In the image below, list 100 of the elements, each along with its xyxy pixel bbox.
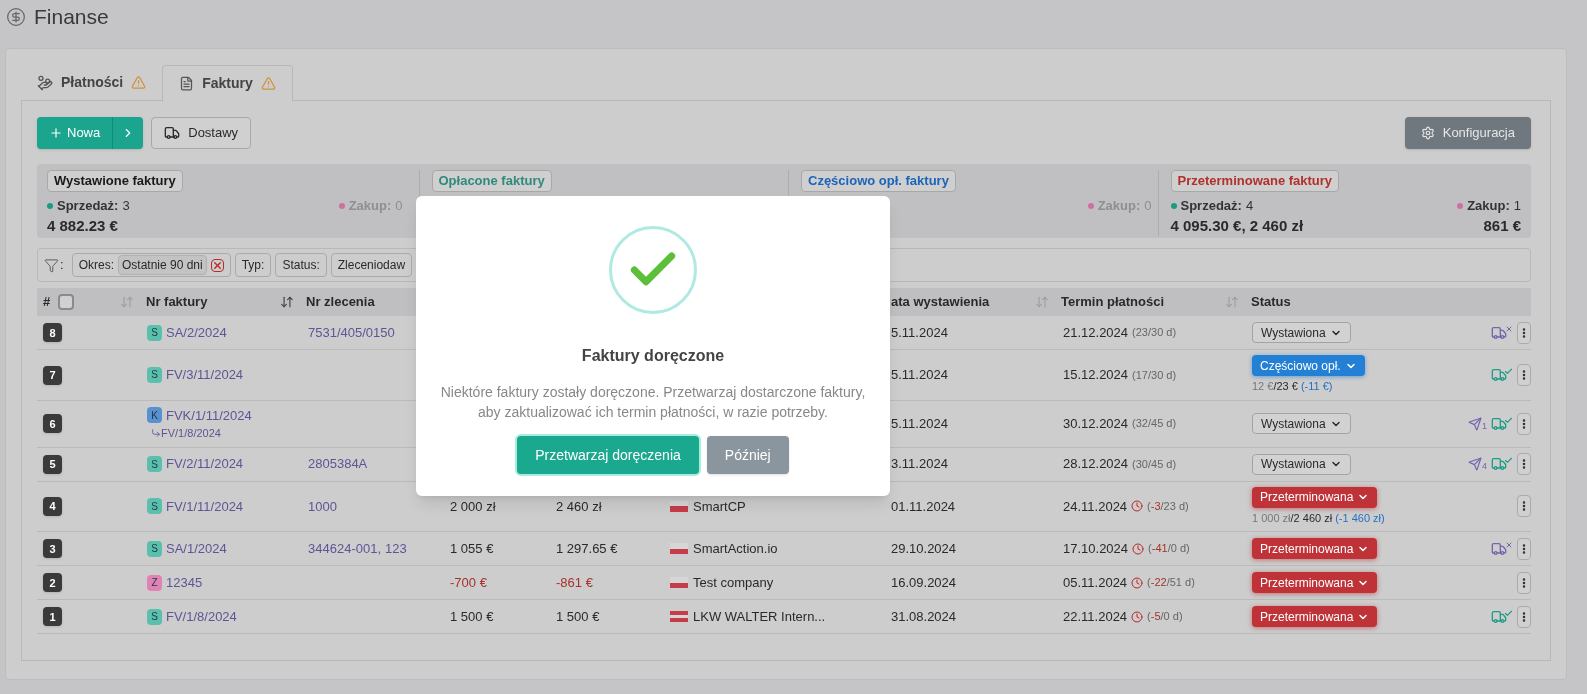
due-days: (30/45 d) (1132, 455, 1177, 473)
status-dropdown[interactable]: Przeterminowana (1252, 572, 1378, 593)
column-header: Nr faktury (146, 293, 208, 312)
order-link[interactable]: 7531/405/0150 (308, 322, 395, 343)
order-link[interactable]: 344624-001, (308, 538, 382, 559)
due-date: 17.10.2024 (1063, 539, 1129, 558)
more-button[interactable] (1517, 537, 1531, 560)
column-header: ata wystawienia (891, 293, 990, 312)
due-days: (17/30 d) (1132, 366, 1177, 383)
row-number: 7 (43, 365, 62, 385)
more-button[interactable] (1517, 605, 1531, 628)
invoice-link[interactable]: FV/1/8/2024 (166, 606, 237, 627)
due-days: (-22/51 d) (1147, 574, 1195, 591)
more-button[interactable] (1517, 571, 1531, 594)
status-dropdown[interactable]: Przeterminowana (1252, 538, 1378, 559)
document-type-tag: S (147, 540, 162, 557)
truck-check-icon[interactable] (1491, 456, 1513, 472)
stat-count: 4 (1245, 197, 1254, 215)
row-number: 1 (43, 607, 62, 627)
gross-amount: 2 460 zł (556, 498, 602, 514)
filter-chip[interactable]: Typ: (234, 253, 272, 277)
stat-count: 3 (122, 197, 130, 215)
issue-date: 3.11.2024 (891, 456, 948, 472)
flag-icon (670, 543, 688, 554)
stat-count: 1 (1513, 197, 1521, 215)
order-link[interactable]: 123 (385, 538, 407, 559)
status-dropdown[interactable]: Przeterminowana (1252, 606, 1378, 627)
truck-check-icon[interactable] (1491, 366, 1513, 383)
process-button[interactable]: Przetwarzaj doręczenia (517, 436, 699, 474)
document-type-tag: Z (147, 574, 162, 591)
select-all-checkbox[interactable] (58, 294, 75, 310)
due-days: (-3/23 d) (1147, 498, 1189, 515)
invoice-link[interactable]: 12345 (166, 572, 203, 593)
net-amount: -700 € (450, 574, 487, 590)
invoice-link[interactable]: FV/2/11/2024 (166, 454, 244, 474)
payment-summary: 1 000 zł/2 460 zł (-1 460 zł) (1252, 510, 1385, 526)
tab[interactable]: Płatności (21, 65, 163, 100)
config-button[interactable]: Konfiguracja (1404, 117, 1531, 149)
tab[interactable]: Faktury (162, 65, 293, 102)
truck-check-icon[interactable] (1491, 608, 1513, 625)
due-date: 15.12.2024 (1063, 366, 1129, 384)
send-icon[interactable] (1468, 416, 1482, 431)
deliveries-button[interactable]: Dostawy (151, 117, 252, 149)
filter-chip[interactable]: Zleceniodaw (330, 253, 413, 277)
related-invoice-link[interactable]: FV/1/8/2024 (161, 425, 221, 442)
later-button[interactable]: Później (706, 436, 789, 474)
remove-icon[interactable] (210, 258, 224, 272)
settings-icon (1420, 126, 1435, 140)
more-button[interactable] (1517, 363, 1531, 386)
more-button[interactable] (1517, 495, 1531, 518)
gross-amount: 1 500 € (556, 608, 600, 624)
new-split-button[interactable]: Nowa (37, 117, 144, 149)
send-count: 1 (1482, 421, 1487, 431)
row-number: 3 (43, 539, 62, 559)
summary-title: Opłacone faktury (431, 170, 552, 192)
filter-chip[interactable]: Status: (275, 253, 327, 277)
status-dropdown[interactable]: Wystawiona (1252, 322, 1351, 343)
truck-check-icon[interactable] (1491, 415, 1513, 432)
more-button[interactable] (1517, 412, 1531, 435)
flag-icon (670, 577, 688, 588)
order-link[interactable]: 1000 (308, 496, 337, 516)
truck-icon (164, 125, 181, 141)
invoice-link[interactable]: SA/2/2024 (166, 322, 227, 343)
sort-icon[interactable] (280, 295, 294, 309)
flag-icon (670, 500, 688, 512)
status-dropdown[interactable]: Przeterminowana (1252, 486, 1378, 508)
invoice-link[interactable]: SA/1/2024 (166, 538, 227, 559)
summary-title: Wystawione faktury (47, 170, 183, 192)
invoice-link[interactable]: FV/1/11/2024 (166, 496, 244, 516)
more-button[interactable] (1517, 321, 1531, 344)
order-link[interactable]: 2805384A (308, 454, 368, 474)
company-name: Test company (693, 573, 774, 592)
status-dropdown[interactable]: Wystawiona (1252, 453, 1351, 475)
issue-date: 5.11.2024 (891, 367, 948, 382)
reply-arrow-icon (151, 428, 161, 439)
due-days: (-5/0 d) (1147, 608, 1183, 625)
clock-icon (1131, 500, 1144, 513)
status-dropdown[interactable]: Częściowo opł. (1252, 355, 1365, 376)
filter-chip[interactable]: Okres: Ostatnie 90 dni (71, 253, 231, 277)
column-header: # (43, 293, 51, 312)
invoice-link[interactable]: FVK/1/11/2024 (166, 405, 252, 425)
new-label: Nowa (67, 124, 101, 143)
document-type-tag: S (147, 324, 162, 341)
filter-icon (44, 257, 59, 273)
document-icon (179, 76, 195, 91)
column-header: Status (1251, 293, 1291, 312)
row-number: 6 (43, 414, 62, 434)
send-icon[interactable] (1468, 457, 1482, 471)
dollar-icon (6, 7, 26, 27)
net-amount: 2 000 zł (450, 498, 496, 514)
row-number: 8 (43, 323, 62, 343)
company-name: LKW WALTER Intern... (693, 607, 826, 626)
status-dropdown[interactable]: Wystawiona (1252, 413, 1351, 434)
document-type-tag: S (147, 608, 162, 625)
document-type-tag: S (147, 456, 162, 472)
summary-title: Częściowo opł. faktury (801, 170, 956, 192)
due-date: 24.11.2024 (1063, 497, 1128, 516)
plus-icon (49, 126, 63, 140)
invoice-link[interactable]: FV/3/11/2024 (166, 365, 244, 385)
more-button[interactable] (1517, 453, 1531, 475)
